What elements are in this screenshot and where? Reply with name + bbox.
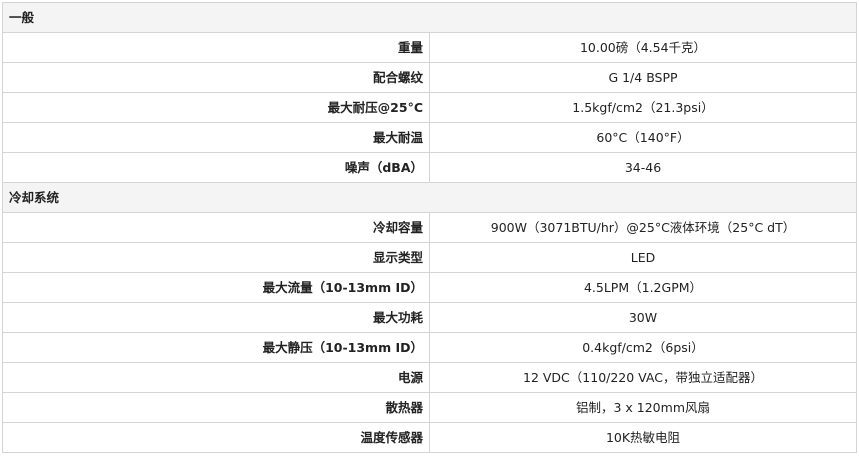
table-row-thread: 配合螺纹 G 1/4 BSPP xyxy=(2,62,857,93)
row-value: LED xyxy=(429,242,857,273)
row-label: 最大耐温 xyxy=(2,122,430,153)
table-row-radiator: 散热器 铝制，3 x 120mm风扇 xyxy=(2,392,857,423)
table-row-max-pressure: 最大耐压@25°C 1.5kgf/cm2（21.3psi） xyxy=(2,92,857,123)
row-value: 铝制，3 x 120mm风扇 xyxy=(429,392,857,423)
row-label: 最大耐压@25°C xyxy=(2,92,430,123)
table-row-max-power: 最大功耗 30W xyxy=(2,302,857,333)
row-label: 配合螺纹 xyxy=(2,62,430,93)
section-header-general: 一般 xyxy=(2,2,857,33)
row-label: 电源 xyxy=(2,362,430,393)
row-value: 900W（3071BTU/hr）@25°C液体环境（25°C dT） xyxy=(429,212,857,243)
row-label: 噪声（dBA） xyxy=(2,152,430,183)
row-value: 0.4kgf/cm2（6psi） xyxy=(429,332,857,363)
row-label: 散热器 xyxy=(2,392,430,423)
row-label: 最大静压（10-13mm ID） xyxy=(2,332,430,363)
row-label: 最大流量（10-13mm ID） xyxy=(2,272,430,303)
section-header-cooling: 冷却系统 xyxy=(2,182,857,213)
row-label: 显示类型 xyxy=(2,242,430,273)
row-value: 34-46 xyxy=(429,152,857,183)
row-value: 60°C（140°F） xyxy=(429,122,857,153)
row-value: 12 VDC（110/220 VAC，带独立适配器） xyxy=(429,362,857,393)
row-label: 冷却容量 xyxy=(2,212,430,243)
row-value: 10.00磅（4.54千克） xyxy=(429,32,857,63)
spec-table: 一般 重量 10.00磅（4.54千克） 配合螺纹 G 1/4 BSPP 最大耐… xyxy=(2,2,857,453)
row-value: 10K热敏电阻 xyxy=(429,422,857,453)
table-row-max-flow: 最大流量（10-13mm ID） 4.5LPM（1.2GPM） xyxy=(2,272,857,303)
row-label: 重量 xyxy=(2,32,430,63)
table-row-noise: 噪声（dBA） 34-46 xyxy=(2,152,857,183)
table-row-weight: 重量 10.00磅（4.54千克） xyxy=(2,32,857,63)
table-row-max-temperature: 最大耐温 60°C（140°F） xyxy=(2,122,857,153)
section-title: 一般 xyxy=(2,2,857,33)
table-row-temp-sensor: 温度传感器 10K热敏电阻 xyxy=(2,422,857,453)
row-label: 最大功耗 xyxy=(2,302,430,333)
section-title: 冷却系统 xyxy=(2,182,857,213)
table-row-cooling-capacity: 冷却容量 900W（3071BTU/hr）@25°C液体环境（25°C dT） xyxy=(2,212,857,243)
row-value: 1.5kgf/cm2（21.3psi） xyxy=(429,92,857,123)
row-label: 温度传感器 xyxy=(2,422,430,453)
table-row-display-type: 显示类型 LED xyxy=(2,242,857,273)
table-row-max-static-pressure: 最大静压（10-13mm ID） 0.4kgf/cm2（6psi） xyxy=(2,332,857,363)
row-value: 4.5LPM（1.2GPM） xyxy=(429,272,857,303)
row-value: G 1/4 BSPP xyxy=(429,62,857,93)
row-value: 30W xyxy=(429,302,857,333)
table-row-power-supply: 电源 12 VDC（110/220 VAC，带独立适配器） xyxy=(2,362,857,393)
